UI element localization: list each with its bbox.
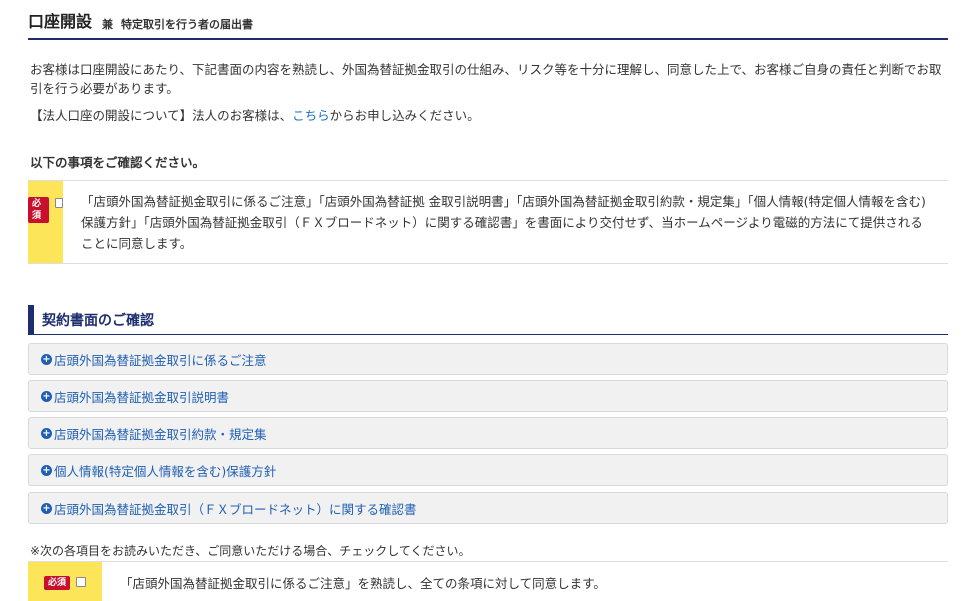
section-heading: 契約書面のご確認 [28, 305, 948, 335]
check-instruction-note: ※次の各項目をお読みいただき、ご同意いただける場合、チェックしてください。 [30, 544, 471, 558]
required-badge: 必須 [28, 197, 50, 223]
agreement-required-cell: 必須 [28, 562, 102, 601]
plus-circle-icon: + [41, 502, 52, 514]
document-label: 店頭外国為替証拠金取引説明書 [54, 389, 230, 405]
plus-circle-icon: + [41, 390, 52, 402]
page-title: 口座開設 [28, 12, 93, 31]
corporate-note-suffix: からお申し込みください。 [329, 108, 480, 123]
document-accordion-confirmation[interactable]: + 店頭外国為替証拠金取引（ＦＸブロードネット）に関する確認書 [28, 492, 948, 524]
document-label: 個人情報(特定個人情報を含む)保護方針 [54, 463, 277, 479]
agreement-text-electronic: 「店頭外国為替証拠金取引に係るご注意」「店頭外国為替証拠 金取引説明書」「店頭外… [80, 194, 926, 251]
section-title: 契約書面のご確認 [42, 312, 154, 329]
agreement-required-cell: 必須 [28, 181, 63, 263]
page: 口座開設 兼 特定取引を行う者の届出書 お客様は口座開設にあたり、下記書面の内容… [0, 0, 966, 601]
document-accordion-notice[interactable]: + 店頭外国為替証拠金取引に係るご注意 [28, 343, 948, 375]
page-subtitle-mark: 兼 [102, 18, 114, 31]
agreement-row-electronic: 必須 「店頭外国為替証拠金取引に係るご注意」「店頭外国為替証拠 金取引説明書」「… [28, 180, 948, 264]
agreement-row-notice: 必須 「店頭外国為替証拠金取引に係るご注意」を熟読し、全ての条項に対して同意しま… [28, 561, 948, 601]
corporate-link[interactable]: こちら [292, 108, 330, 123]
plus-circle-icon: + [41, 464, 52, 476]
agreement-text-notice: 「店頭外国為替証拠金取引に係るご注意」を熟読し、全ての条項に対して同意します。 [120, 576, 606, 591]
corporate-note: 【法人口座の開設について】法人のお客様は、こちらからお申し込みください。 [30, 105, 480, 124]
document-accordion-terms[interactable]: + 店頭外国為替証拠金取引約款・規定集 [28, 417, 948, 449]
page-header: 口座開設 兼 特定取引を行う者の届出書 [28, 10, 948, 40]
intro-text: お客様は口座開設にあたり、下記書面の内容を熟読し、外国為替証拠金取引の仕組み、リ… [30, 62, 942, 96]
document-label: 店頭外国為替証拠金取引に係るご注意 [54, 352, 267, 368]
corporate-note-prefix: 【法人口座の開設について】法人のお客様は、 [30, 108, 293, 123]
agreement-checkbox-electronic[interactable] [55, 198, 63, 208]
agreement-checkbox-notice[interactable] [76, 577, 86, 587]
plus-circle-icon: + [41, 353, 52, 365]
document-accordion-explanation[interactable]: + 店頭外国為替証拠金取引説明書 [28, 380, 948, 412]
plus-circle-icon: + [41, 427, 52, 439]
document-label: 店頭外国為替証拠金取引約款・規定集 [54, 426, 267, 442]
document-accordion-privacy[interactable]: + 個人情報(特定個人情報を含む)保護方針 [28, 454, 948, 486]
confirm-heading: 以下の事項をご確認ください。 [30, 155, 206, 170]
page-subtitle: 特定取引を行う者の届出書 [121, 18, 254, 31]
required-badge: 必須 [43, 576, 70, 590]
document-label: 店頭外国為替証拠金取引（ＦＸブロードネット）に関する確認書 [54, 501, 417, 517]
